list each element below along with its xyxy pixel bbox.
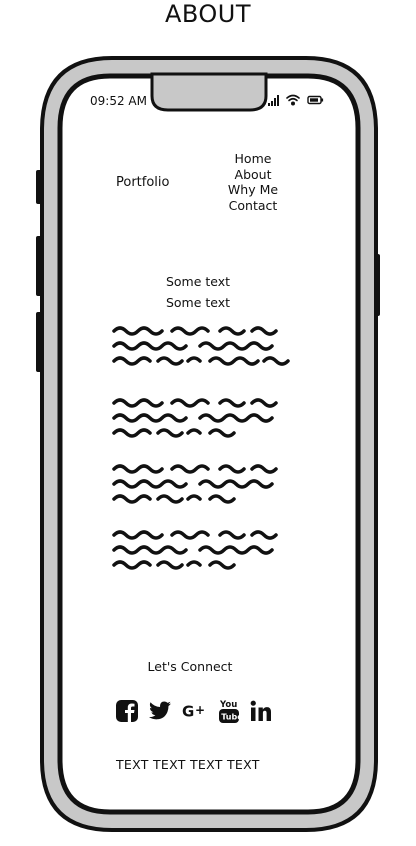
placeholder-line [112, 560, 236, 570]
brand-logo[interactable]: Portfolio [116, 175, 169, 190]
status-time: 09:52 AM [90, 94, 147, 108]
placeholder-line [112, 530, 278, 540]
placeholder-line [112, 356, 290, 366]
nav-item-why-me[interactable]: Why Me [222, 182, 284, 198]
placeholder-line [112, 326, 278, 336]
footer-text: TEXT TEXT TEXT TEXT [116, 757, 260, 772]
intro-text-2: Some text [165, 295, 231, 310]
placeholder-paragraph-1 [112, 326, 302, 371]
youtube-icon[interactable]: You Tube [218, 698, 240, 724]
wifi-icon [286, 94, 300, 106]
google-plus-icon[interactable]: G + [182, 703, 208, 719]
svg-text:Tube: Tube [221, 713, 240, 722]
placeholder-line [112, 341, 274, 351]
twitter-icon[interactable] [148, 701, 172, 721]
placeholder-line [112, 413, 274, 423]
signal-icon [268, 95, 279, 106]
nav-item-contact[interactable]: Contact [222, 198, 284, 214]
facebook-icon[interactable] [116, 700, 138, 722]
placeholder-line [112, 545, 274, 555]
nav-menu: Home About Why Me Contact [222, 151, 284, 213]
placeholder-line [112, 494, 236, 504]
svg-text:You: You [219, 700, 237, 710]
status-icons [268, 94, 324, 106]
placeholder-line [112, 398, 278, 408]
intro-text-1: Some text [165, 274, 231, 289]
svg-text:+: + [195, 703, 205, 717]
placeholder-line [112, 428, 236, 438]
placeholder-paragraph-3 [112, 464, 302, 509]
placeholder-line [112, 464, 278, 474]
social-links: G + You Tube [116, 697, 272, 725]
placeholder-paragraph-4 [112, 530, 302, 575]
placeholder-line [112, 479, 274, 489]
nav-item-home[interactable]: Home [222, 151, 284, 167]
connect-heading: Let's Connect [147, 659, 233, 674]
placeholder-paragraph-2 [112, 398, 302, 443]
svg-text:G: G [182, 703, 194, 719]
battery-icon [307, 95, 324, 105]
linkedin-icon[interactable] [250, 700, 272, 722]
nav-item-about[interactable]: About [222, 167, 284, 183]
